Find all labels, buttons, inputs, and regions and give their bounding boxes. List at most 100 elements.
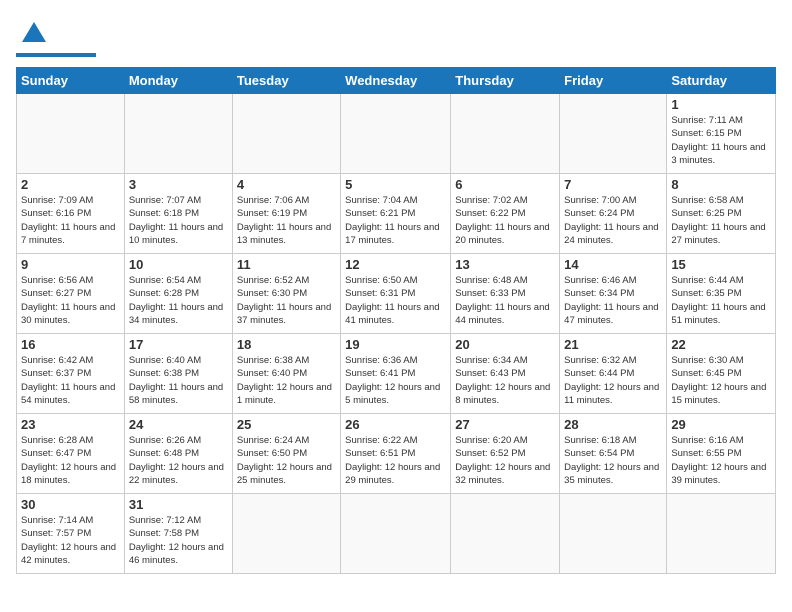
calendar-cell: 26 Sunrise: 6:22 AMSunset: 6:51 PMDayligh… <box>341 414 451 494</box>
day-number: 6 <box>455 177 555 192</box>
day-info: Sunrise: 6:26 AMSunset: 6:48 PMDaylight:… <box>129 434 228 487</box>
day-number: 17 <box>129 337 228 352</box>
day-info: Sunrise: 6:28 AMSunset: 6:47 PMDaylight:… <box>21 434 120 487</box>
day-info: Sunrise: 6:32 AMSunset: 6:44 PMDaylight:… <box>564 354 662 407</box>
calendar-cell: 19Sunrise: 6:36 AMSunset: 6:41 PMDayligh… <box>341 334 451 414</box>
calendar-cell: 4Sunrise: 7:06 AMSunset: 6:19 PMDaylight… <box>232 174 340 254</box>
weekday-header-friday: Friday <box>560 68 667 94</box>
day-info: Sunrise: 6:34 AMSunset: 6:43 PMDaylight:… <box>455 354 555 407</box>
calendar-week-4: 16Sunrise: 6:42 AMSunset: 6:37 PMDayligh… <box>17 334 776 414</box>
day-info: Sunrise: 6:38 AMSunset: 6:40 PMDaylight:… <box>237 354 336 407</box>
calendar-cell: 14 Sunrise: 6:46 AMSunset: 6:34 PMDayligh… <box>560 254 667 334</box>
calendar-cell: 1Sunrise: 7:11 AMSunset: 6:15 PMDaylight… <box>667 94 776 174</box>
day-number: 28 <box>564 417 662 432</box>
day-number: 31 <box>129 497 228 512</box>
day-info: Sunrise: 6:52 AMSunset: 6:30 PMDaylight:… <box>237 274 336 327</box>
logo <box>16 16 96 57</box>
calendar-cell <box>667 494 776 574</box>
calendar-cell: 15 Sunrise: 6:44 AMSunset: 6:35 PMDayligh… <box>667 254 776 334</box>
weekday-header-row: SundayMondayTuesdayWednesdayThursdayFrid… <box>17 68 776 94</box>
calendar-cell: 28Sunrise: 6:18 AMSunset: 6:54 PMDayligh… <box>560 414 667 494</box>
day-number: 13 <box>455 257 555 272</box>
day-info: Sunrise: 6:46 AMSunset: 6:34 PMDaylight:… <box>564 274 662 327</box>
day-number: 23 <box>21 417 120 432</box>
day-info: Sunrise: 6:16 AMSunset: 6:55 PMDaylight:… <box>671 434 771 487</box>
day-number: 5 <box>345 177 446 192</box>
day-number: 2 <box>21 177 120 192</box>
day-info: Sunrise: 6:50 AMSunset: 6:31 PMDaylight:… <box>345 274 446 327</box>
day-number: 11 <box>237 257 336 272</box>
calendar-cell: 21 Sunrise: 6:32 AMSunset: 6:44 PMDayligh… <box>560 334 667 414</box>
calendar-cell <box>124 94 232 174</box>
day-number: 21 <box>564 337 662 352</box>
day-number: 18 <box>237 337 336 352</box>
day-info: Sunrise: 6:54 AMSunset: 6:28 PMDaylight:… <box>129 274 228 327</box>
logo-bar <box>16 53 96 57</box>
calendar-cell: 3Sunrise: 7:07 AMSunset: 6:18 PMDaylight… <box>124 174 232 254</box>
calendar-week-1: 1Sunrise: 7:11 AMSunset: 6:15 PMDaylight… <box>17 94 776 174</box>
calendar-cell <box>232 94 340 174</box>
calendar-cell: 7 Sunrise: 7:00 AMSunset: 6:24 PMDaylight… <box>560 174 667 254</box>
day-number: 16 <box>21 337 120 352</box>
day-number: 8 <box>671 177 771 192</box>
day-info: Sunrise: 7:04 AMSunset: 6:21 PMDaylight:… <box>345 194 446 247</box>
day-info: Sunrise: 6:44 AMSunset: 6:35 PMDaylight:… <box>671 274 771 327</box>
weekday-header-thursday: Thursday <box>451 68 560 94</box>
calendar-cell: 20 Sunrise: 6:34 AMSunset: 6:43 PMDayligh… <box>451 334 560 414</box>
day-number: 7 <box>564 177 662 192</box>
calendar-cell <box>341 494 451 574</box>
calendar-week-2: 2Sunrise: 7:09 AMSunset: 6:16 PMDaylight… <box>17 174 776 254</box>
day-number: 20 <box>455 337 555 352</box>
calendar-cell: 31 Sunrise: 7:12 AMSunset: 7:58 PMDayligh… <box>124 494 232 574</box>
day-info: Sunrise: 6:56 AMSunset: 6:27 PMDaylight:… <box>21 274 120 327</box>
day-number: 3 <box>129 177 228 192</box>
day-number: 9 <box>21 257 120 272</box>
calendar-week-3: 9 Sunrise: 6:56 AMSunset: 6:27 PMDaylight… <box>17 254 776 334</box>
day-number: 25 <box>237 417 336 432</box>
calendar-cell: 29Sunrise: 6:16 AMSunset: 6:55 PMDayligh… <box>667 414 776 494</box>
calendar-cell: 12 Sunrise: 6:50 AMSunset: 6:31 PMDayligh… <box>341 254 451 334</box>
day-number: 24 <box>129 417 228 432</box>
day-number: 12 <box>345 257 446 272</box>
calendar-cell <box>451 494 560 574</box>
calendar-cell: 18 Sunrise: 6:38 AMSunset: 6:40 PMDayligh… <box>232 334 340 414</box>
calendar-cell: 16Sunrise: 6:42 AMSunset: 6:37 PMDayligh… <box>17 334 125 414</box>
day-number: 26 <box>345 417 446 432</box>
calendar-cell: 25 Sunrise: 6:24 AMSunset: 6:50 PMDayligh… <box>232 414 340 494</box>
calendar-week-5: 23 Sunrise: 6:28 AMSunset: 6:47 PMDayligh… <box>17 414 776 494</box>
day-info: Sunrise: 7:14 AMSunset: 7:57 PMDaylight:… <box>21 514 120 567</box>
day-info: Sunrise: 6:20 AMSunset: 6:52 PMDaylight:… <box>455 434 555 487</box>
weekday-header-wednesday: Wednesday <box>341 68 451 94</box>
day-info: Sunrise: 6:40 AMSunset: 6:38 PMDaylight:… <box>129 354 228 407</box>
day-number: 1 <box>671 97 771 112</box>
day-number: 10 <box>129 257 228 272</box>
day-number: 30 <box>21 497 120 512</box>
calendar-cell: 30 Sunrise: 7:14 AMSunset: 7:57 PMDayligh… <box>17 494 125 574</box>
calendar-cell: 6Sunrise: 7:02 AMSunset: 6:22 PMDaylight… <box>451 174 560 254</box>
calendar-cell: 2Sunrise: 7:09 AMSunset: 6:16 PMDaylight… <box>17 174 125 254</box>
day-info: Sunrise: 7:06 AMSunset: 6:19 PMDaylight:… <box>237 194 336 247</box>
calendar-cell <box>341 94 451 174</box>
page-header <box>16 16 776 57</box>
calendar-cell: 27Sunrise: 6:20 AMSunset: 6:52 PMDayligh… <box>451 414 560 494</box>
weekday-header-sunday: Sunday <box>17 68 125 94</box>
day-number: 14 <box>564 257 662 272</box>
day-info: Sunrise: 6:48 AMSunset: 6:33 PMDaylight:… <box>455 274 555 327</box>
calendar-table: SundayMondayTuesdayWednesdayThursdayFrid… <box>16 67 776 574</box>
day-info: Sunrise: 6:24 AMSunset: 6:50 PMDaylight:… <box>237 434 336 487</box>
logo-icon <box>20 18 48 46</box>
calendar-cell: 23 Sunrise: 6:28 AMSunset: 6:47 PMDayligh… <box>17 414 125 494</box>
day-info: Sunrise: 6:22 AMSunset: 6:51 PMDaylight:… <box>345 434 446 487</box>
calendar-cell: 11 Sunrise: 6:52 AMSunset: 6:30 PMDayligh… <box>232 254 340 334</box>
calendar-week-6: 30 Sunrise: 7:14 AMSunset: 7:57 PMDayligh… <box>17 494 776 574</box>
day-info: Sunrise: 7:00 AMSunset: 6:24 PMDaylight:… <box>564 194 662 247</box>
day-number: 15 <box>671 257 771 272</box>
weekday-header-saturday: Saturday <box>667 68 776 94</box>
calendar-cell <box>451 94 560 174</box>
day-info: Sunrise: 6:30 AMSunset: 6:45 PMDaylight:… <box>671 354 771 407</box>
day-info: Sunrise: 7:12 AMSunset: 7:58 PMDaylight:… <box>129 514 228 567</box>
calendar-cell <box>17 94 125 174</box>
calendar-cell: 24 Sunrise: 6:26 AMSunset: 6:48 PMDayligh… <box>124 414 232 494</box>
calendar-cell: 17 Sunrise: 6:40 AMSunset: 6:38 PMDayligh… <box>124 334 232 414</box>
weekday-header-monday: Monday <box>124 68 232 94</box>
